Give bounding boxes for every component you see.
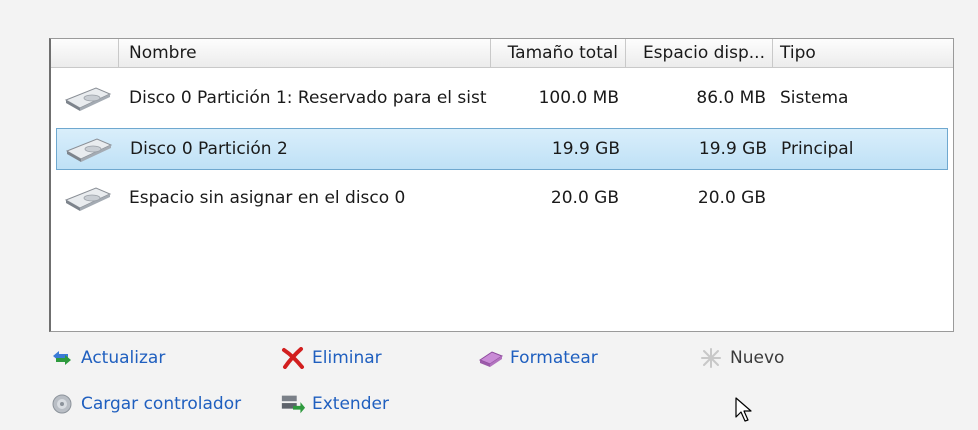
load-driver-label: Cargar controlador bbox=[81, 394, 242, 414]
format-link[interactable]: Formatear bbox=[478, 347, 598, 369]
sparkle-icon bbox=[698, 347, 724, 369]
extend-link[interactable]: Extender bbox=[280, 393, 389, 415]
partition-free-space: 20.0 GB bbox=[697, 188, 766, 208]
format-label: Formatear bbox=[510, 348, 598, 368]
refresh-link[interactable]: Actualizar bbox=[49, 347, 165, 369]
extend-label: Extender bbox=[312, 394, 389, 414]
partition-total-size: 20.0 GB bbox=[550, 188, 619, 208]
header-free-space[interactable]: Espacio disp... bbox=[626, 39, 773, 67]
partition-total-size: 19.9 GB bbox=[551, 139, 620, 159]
disk-icon bbox=[56, 184, 119, 212]
disk-icon bbox=[56, 84, 119, 112]
header-total-size[interactable]: Tamaño total bbox=[491, 39, 626, 67]
partition-row-2[interactable]: Disco 0 Partición 2 19.9 GB 19.9 GB Prin… bbox=[56, 128, 948, 170]
header-name[interactable]: Nombre bbox=[119, 39, 491, 67]
new-label: Nuevo bbox=[730, 348, 785, 368]
partition-type: Sistema bbox=[780, 88, 849, 108]
list-header: Nombre Tamaño total Espacio disp... Tipo bbox=[51, 39, 953, 68]
partition-total-size: 100.0 MB bbox=[538, 88, 619, 108]
partition-name: Espacio sin asignar en el disco 0 bbox=[129, 188, 406, 208]
new-link[interactable]: Nuevo bbox=[698, 347, 784, 369]
header-icon-column[interactable] bbox=[51, 39, 119, 67]
partition-list[interactable]: Nombre Tamaño total Espacio disp... Tipo… bbox=[49, 38, 954, 332]
header-type[interactable]: Tipo bbox=[773, 39, 953, 67]
partition-name: Disco 0 Partición 1: Reservado para el s… bbox=[129, 88, 487, 108]
delete-label: Eliminar bbox=[312, 348, 382, 368]
partition-setup-panel: Nombre Tamaño total Espacio disp... Tipo… bbox=[0, 0, 978, 430]
partition-free-space: 86.0 MB bbox=[696, 88, 766, 108]
cd-icon bbox=[49, 393, 75, 415]
refresh-label: Actualizar bbox=[81, 348, 166, 368]
disk-icon bbox=[57, 135, 120, 163]
refresh-icon bbox=[49, 347, 75, 369]
eraser-icon bbox=[478, 347, 504, 369]
partition-row-3[interactable]: Espacio sin asignar en el disco 0 20.0 G… bbox=[56, 177, 948, 219]
partition-row-1[interactable]: Disco 0 Partición 1: Reservado para el s… bbox=[56, 77, 948, 119]
delete-link[interactable]: Eliminar bbox=[280, 347, 382, 369]
partition-name: Disco 0 Partición 2 bbox=[130, 139, 288, 159]
partition-type: Principal bbox=[781, 139, 854, 159]
partition-free-space: 19.9 GB bbox=[698, 139, 767, 159]
delete-x-icon bbox=[280, 347, 306, 369]
mouse-cursor-icon bbox=[735, 397, 755, 427]
load-driver-link[interactable]: Cargar controlador bbox=[49, 393, 241, 415]
extend-disk-icon bbox=[280, 393, 306, 415]
